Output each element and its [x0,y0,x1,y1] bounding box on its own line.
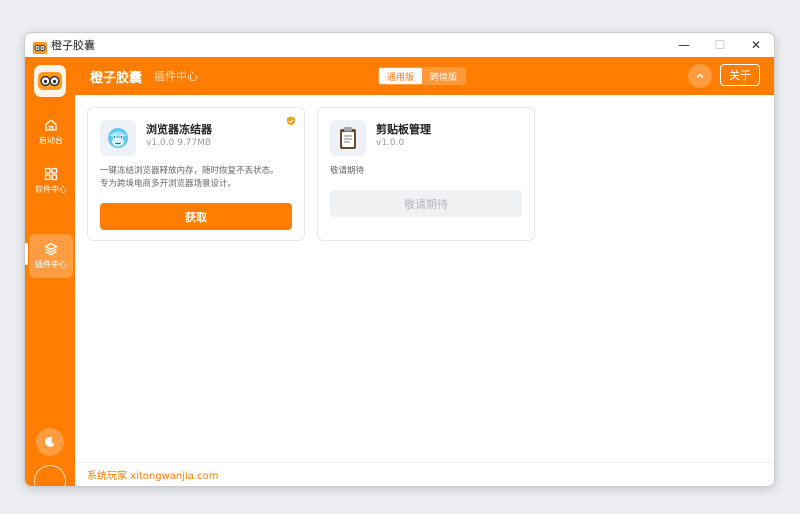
top-bar: 橙子胶囊 插件中心 通用版 跨境版 关于 [75,57,774,95]
window-title: 橙子胶囊 [51,39,95,52]
footer: 系统玩家 xitongwanjia.com [75,462,774,486]
title-bar: 橙子胶囊 — ☐ ✕ [25,33,774,57]
plugin-description: 一键冻结浏览器释放内存，随时恢复不丢状态。 专为跨境电商多开浏览器场景设计。 [100,166,279,189]
plugin-description: 敬请期待 [330,166,365,176]
sidebar-item-label: 插件中心 [35,260,67,269]
sidebar-item-launchpad[interactable]: 启动台 [29,110,73,154]
verified-shield-icon [287,116,295,126]
close-button[interactable]: ✕ [738,33,774,57]
minimize-button[interactable]: — [666,33,702,57]
grid-icon [44,167,58,181]
plugin-name: 浏览器冻结器 [146,123,212,136]
about-button[interactable]: 关于 [720,64,760,86]
tab-general-edition[interactable]: 通用版 [379,68,423,84]
tab-cross-border-edition[interactable]: 跨境版 [422,68,465,84]
plugin-card-clipboard-manager: 剪贴板管理 v1.0.0 敬请期待 敬请期待 [317,107,535,241]
watermark-text: 系统玩家 xitongwanjia.com [87,471,219,482]
brand-name: 橙子胶囊 [90,70,143,86]
home-icon [45,119,57,131]
layers-icon [44,242,58,256]
coming-soon-button[interactable]: 敬请期待 [330,190,522,217]
active-indicator [25,243,28,265]
sidebar-item-software-center[interactable]: 软件中心 [29,159,73,203]
brand-logo-icon[interactable] [34,65,66,97]
moon-icon [45,436,55,447]
app-logo-icon [33,39,47,54]
app-window: 橙子胶囊 — ☐ ✕ 启动台 软件中心 插件中心 橙子胶囊 插件中心 通用版 跨… [24,32,775,487]
collapse-button[interactable] [688,64,712,88]
freeze-face-icon [100,120,136,156]
sidebar-item-plugin-center[interactable]: 插件中心 [29,234,73,278]
avatar[interactable] [34,465,66,486]
maximize-button[interactable]: ☐ [702,33,738,57]
get-button[interactable]: 获取 [100,203,292,230]
plugin-version: v1.0.0 [376,138,405,148]
theme-toggle-button[interactable] [36,428,64,456]
chevron-up-icon [696,73,704,78]
page-title: 插件中心 [154,70,199,83]
plugin-version: v1.0.0 9.77MB [146,138,212,148]
plugin-name: 剪贴板管理 [376,123,431,136]
sidebar-item-label: 软件中心 [35,185,67,194]
plugin-card-browser-freezer: 浏览器冻结器 v1.0.0 9.77MB 一键冻结浏览器释放内存，随时恢复不丢状… [87,107,305,241]
sidebar: 启动台 软件中心 插件中心 [25,57,75,486]
plugin-list: 浏览器冻结器 v1.0.0 9.77MB 一键冻结浏览器释放内存，随时恢复不丢状… [75,95,774,462]
clipboard-icon [330,120,366,156]
edition-switch: 通用版 跨境版 [378,67,467,85]
sidebar-item-label: 启动台 [39,136,63,145]
